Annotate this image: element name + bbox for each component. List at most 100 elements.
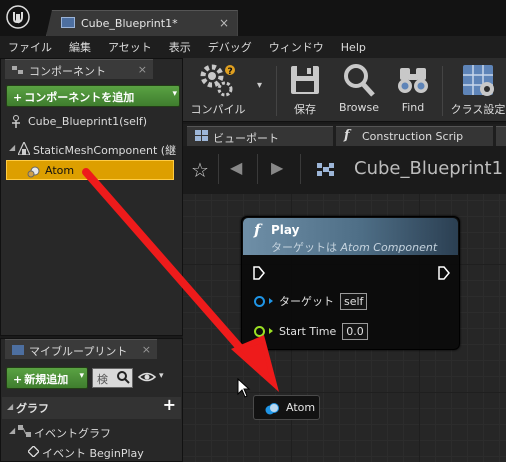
document-tab-label: Cube_Blueprint1* xyxy=(81,17,178,30)
my-blueprint-panel: マイブループリント × + 新規追加 ▾ 検 ▾ ◢ グラフ + ◢ イベントグラ… xyxy=(0,338,183,462)
tab-viewport[interactable]: ビューポート xyxy=(187,126,333,146)
exec-in-pin[interactable] xyxy=(253,266,265,280)
atom-variable-node[interactable]: Atom xyxy=(253,395,320,420)
tree-item-static-mesh[interactable]: ◢ StaticMeshComponent (継 xyxy=(6,139,180,159)
toolbar-divider xyxy=(276,66,277,116)
compile-button[interactable]: ? コンパイル xyxy=(185,58,251,122)
tree-item-event-graph[interactable]: ◢ イベントグラフ xyxy=(6,422,180,442)
menu-asset[interactable]: アセット xyxy=(108,39,152,55)
object-pin-icon xyxy=(254,295,265,307)
dropdown-arrow-icon: ▾ xyxy=(79,371,84,381)
compile-label: コンパイル xyxy=(190,103,246,116)
plus-icon: + xyxy=(13,91,23,104)
graphs-section-header[interactable]: ◢ グラフ + xyxy=(2,395,181,419)
class-settings-label: クラス設定 xyxy=(450,103,506,116)
blueprint-graph-icon xyxy=(317,163,334,177)
menu-window[interactable]: ウィンドウ xyxy=(269,39,324,55)
tree-item-atom-label: Atom xyxy=(45,164,75,177)
blueprint-icon xyxy=(61,17,75,28)
menu-debug[interactable]: デバッグ xyxy=(208,39,252,55)
play-function-node[interactable]: f Play ターゲットは Atom Component ターゲット self … xyxy=(241,216,460,350)
tab-construction-script[interactable]: f Construction Scrip xyxy=(336,126,493,146)
mouse-cursor-icon xyxy=(237,378,251,398)
exec-out-pin[interactable] xyxy=(438,266,450,280)
tree-item-atom[interactable]: Atom xyxy=(6,160,174,180)
node-title: Play xyxy=(271,223,300,237)
close-my-blueprint-tab-button[interactable]: × xyxy=(142,343,151,356)
save-label: 保存 xyxy=(294,103,316,116)
header-divider xyxy=(300,154,301,184)
browse-button[interactable]: Browse xyxy=(333,58,385,122)
tree-item-begin-play[interactable]: イベント BeginPlay xyxy=(6,442,180,462)
actor-icon xyxy=(10,115,22,132)
atom-node-label: Atom xyxy=(286,401,316,414)
class-settings-icon xyxy=(460,62,496,98)
start-time-input[interactable]: 0.0 xyxy=(342,322,368,340)
menu-edit[interactable]: 編集 xyxy=(69,39,91,55)
tab-event-graph[interactable] xyxy=(496,126,506,146)
collapse-arrow-icon: ◢ xyxy=(7,402,14,411)
class-settings-button[interactable]: クラス設定 xyxy=(447,58,506,122)
target-pin-value: self xyxy=(340,292,368,310)
components-icon xyxy=(12,65,24,75)
compile-icon: ? xyxy=(200,62,236,98)
menu-help[interactable]: Help xyxy=(341,41,366,54)
atom-component-icon xyxy=(27,164,41,179)
favorite-star-icon[interactable]: ☆ xyxy=(191,158,209,182)
node-subtitle-target: Atom Component xyxy=(340,241,438,254)
add-component-button[interactable]: + コンポーネントを追加 ▾ xyxy=(6,85,180,107)
add-new-label: 新規追加 xyxy=(24,373,69,386)
tree-item-self[interactable]: Cube_Blueprint1(self) xyxy=(6,112,180,132)
dropdown-arrow-icon: ▾ xyxy=(159,371,164,381)
expand-arrow-icon: ◢ xyxy=(9,426,16,435)
menu-bar: ファイル 編集 アセット 表示 デバッグ ウィンドウ Help xyxy=(0,36,506,58)
tab-components[interactable]: コンポーネント × xyxy=(5,59,153,79)
start-time-pin-row[interactable]: Start Time 0.0 xyxy=(254,322,368,340)
svg-text:?: ? xyxy=(228,67,233,77)
tab-my-blueprint-label: マイブループリント xyxy=(29,345,128,358)
tab-my-blueprint[interactable]: マイブループリント × xyxy=(5,339,157,359)
function-icon: f xyxy=(254,221,261,239)
components-panel: コンポーネント × + コンポーネントを追加 ▾ Cube_Blueprint1(… xyxy=(0,58,183,336)
atom-component-icon xyxy=(265,402,279,415)
forward-arrow-icon[interactable]: ▶ xyxy=(271,158,283,177)
tab-viewport-label: ビューポート xyxy=(213,132,279,145)
editor-tabs: ビューポート f Construction Scrip xyxy=(183,124,506,146)
graphs-header-label: グラフ xyxy=(16,402,49,415)
search-input[interactable]: 検 xyxy=(92,368,133,388)
search-placeholder: 検 xyxy=(97,373,108,386)
node-subtitle: ターゲットは Atom Component xyxy=(271,239,437,255)
begin-play-label: イベント BeginPlay xyxy=(42,447,144,460)
document-tab[interactable]: Cube_Blueprint1* × xyxy=(46,10,238,36)
pin-arrow-icon xyxy=(269,298,273,304)
save-button[interactable]: 保存 xyxy=(280,58,330,122)
float-pin-icon xyxy=(254,325,265,337)
save-icon xyxy=(287,62,323,98)
find-button[interactable]: Find xyxy=(390,58,436,122)
start-time-pin-label: Start Time xyxy=(279,324,337,338)
find-label: Find xyxy=(401,101,425,114)
static-mesh-icon xyxy=(17,140,31,158)
compile-options-dropdown[interactable]: ▾ xyxy=(257,80,262,91)
plus-icon: + xyxy=(13,373,23,386)
close-tab-button[interactable]: × xyxy=(219,16,229,30)
magnifier-icon xyxy=(341,62,377,98)
binoculars-icon xyxy=(395,62,431,98)
target-pin-label: ターゲット xyxy=(279,295,334,308)
event-graph-label: イベントグラフ xyxy=(34,427,111,440)
menu-file[interactable]: ファイル xyxy=(8,39,52,55)
dropdown-arrow-icon: ▾ xyxy=(172,89,177,99)
target-pin-row[interactable]: ターゲット self xyxy=(254,292,368,310)
graph-breadcrumb-title: Cube_Blueprint1 xyxy=(354,158,504,179)
view-options-button[interactable]: ▾ xyxy=(137,370,172,386)
blueprint-tab-icon xyxy=(12,345,24,355)
pin-arrow-icon xyxy=(269,328,273,334)
menu-view[interactable]: 表示 xyxy=(169,39,191,55)
toolbar: ? コンパイル ▾ 保存 Browse Find クラス設定 xyxy=(183,58,506,122)
add-new-button[interactable]: + 新規追加 ▾ xyxy=(6,367,88,389)
header-divider xyxy=(218,154,219,184)
add-graph-button[interactable]: + xyxy=(163,395,176,414)
back-arrow-icon[interactable]: ◀ xyxy=(230,158,242,177)
event-icon xyxy=(27,445,40,460)
close-components-tab-button[interactable]: × xyxy=(138,63,147,76)
